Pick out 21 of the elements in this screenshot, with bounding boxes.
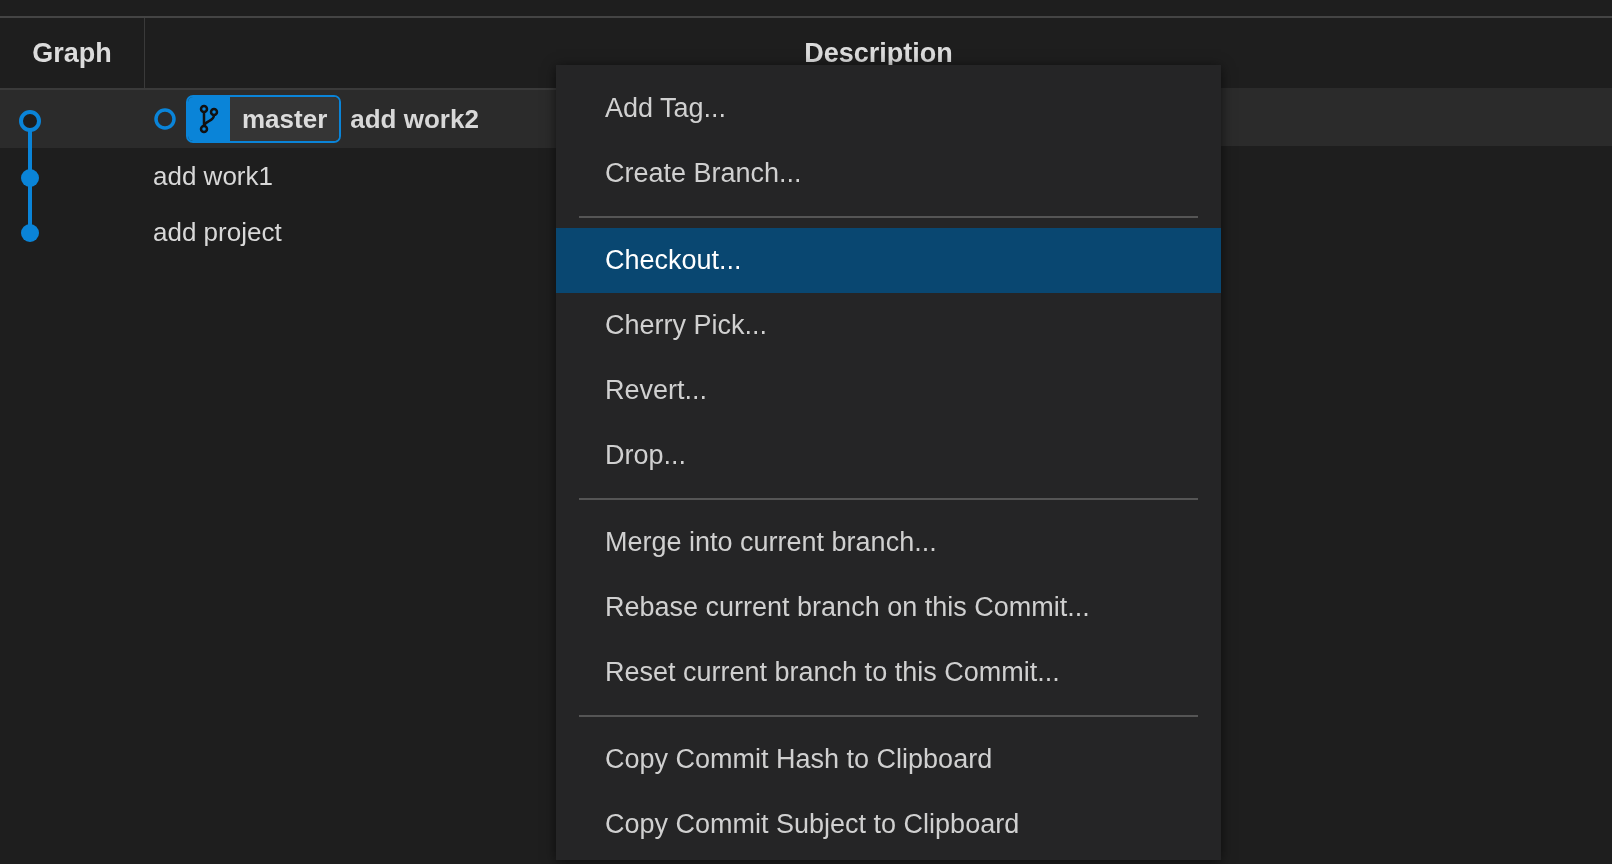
menu-item[interactable]: Cherry Pick...: [556, 293, 1221, 358]
commit-row[interactable]: add project: [0, 204, 556, 260]
column-header[interactable]: Graph: [32, 37, 112, 69]
menu-item[interactable]: Create Branch...: [556, 141, 1221, 206]
menu-item[interactable]: Merge into current branch...: [556, 510, 1221, 575]
commit-row[interactable]: add work1: [0, 148, 556, 204]
menu-item[interactable]: Copy Commit Hash to Clipboard: [556, 727, 1221, 792]
branch-icon: [199, 104, 219, 134]
menu-item[interactable]: Drop...: [556, 423, 1221, 488]
menu-item[interactable]: Revert...: [556, 358, 1221, 423]
menu-item[interactable]: Checkout...: [556, 228, 1221, 293]
column-header[interactable]: Description: [804, 38, 953, 69]
commit-message: add work1: [153, 160, 273, 192]
commit-message: add work2: [350, 103, 479, 135]
menu-item[interactable]: Add Tag...: [556, 76, 1221, 141]
menu-item[interactable]: Rebase current branch on this Commit...: [556, 575, 1221, 640]
branch-label[interactable]: master: [186, 95, 342, 143]
commit-row[interactable]: master add work2: [0, 90, 556, 148]
commit-message: add project: [153, 216, 282, 248]
menu-item[interactable]: Reset current branch to this Commit...: [556, 640, 1221, 705]
menu-item[interactable]: Copy Commit Subject to Clipboard: [556, 792, 1221, 857]
